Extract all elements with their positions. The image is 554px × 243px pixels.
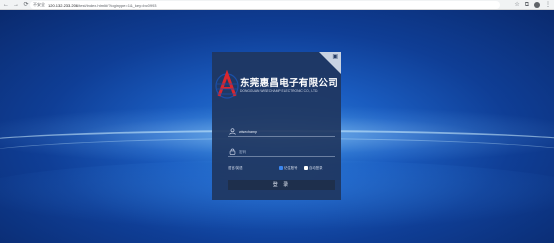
menu-icon[interactable]: ⋮ (545, 1, 551, 9)
company-name-cn: 东莞惠昌电子有限公司 (240, 78, 339, 89)
login-panel: ▣ 东莞惠昌电子有限公司 DONGGUAN WISECHAMP ELECTRON… (212, 52, 341, 200)
address-path: /test/index.html#/?loginype=1&_key=bc099… (78, 2, 157, 8)
username-field (228, 128, 335, 137)
password-input[interactable] (239, 148, 329, 156)
login-options: 语言/英语 记住账号 自动登录 (228, 165, 335, 171)
password-field (228, 148, 335, 157)
user-icon (228, 128, 236, 136)
address-host: 120.132.233.206 (48, 2, 79, 8)
auto-login-checkbox[interactable] (304, 166, 308, 170)
profile-avatar-icon[interactable] (534, 2, 540, 8)
back-icon[interactable]: ← (2, 1, 10, 9)
reload-icon[interactable]: ⟳ (22, 1, 30, 9)
company-name-en: DONGGUAN WISECHAMP ELECTRONIC CO., LTD. (240, 89, 319, 93)
extensions-icon[interactable]: ⧉ (525, 1, 529, 9)
remember-account-checkbox[interactable] (279, 166, 283, 170)
lock-icon (228, 148, 236, 156)
auto-login-label[interactable]: 自动登录 (309, 165, 323, 171)
company-logo (215, 70, 239, 99)
browser-toolbar: ← → ⟳ 不安全 120.132.233.206 /test/index.ht… (0, 0, 554, 10)
qrcode-icon[interactable]: ▣ (332, 54, 338, 60)
language-selector[interactable]: 语言/英语 (228, 165, 243, 171)
bookmark-star-icon[interactable]: ☆ (514, 1, 519, 9)
forward-icon[interactable]: → (12, 1, 20, 9)
address-bar[interactable]: 不安全 120.132.233.206 /test/index.html#/?l… (30, 1, 500, 9)
remember-account-label[interactable]: 记住账号 (284, 165, 298, 171)
insecure-warning: 不安全 (33, 2, 45, 7)
login-button[interactable]: 登 录 (228, 180, 335, 190)
username-input[interactable] (239, 128, 329, 136)
